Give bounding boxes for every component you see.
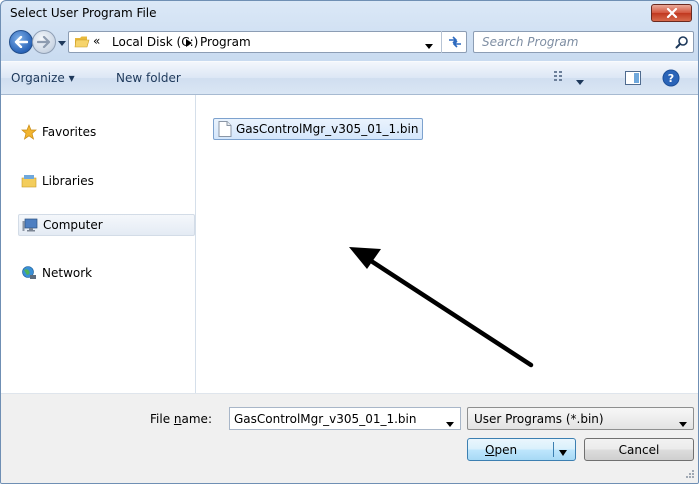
navigation-pane: Favorites Libraries Computer Network <box>1 95 196 393</box>
organize-menu-button[interactable]: Organize ▾ <box>11 71 75 85</box>
document-icon <box>218 121 232 137</box>
search-placeholder: Search Program <box>482 35 579 49</box>
change-view-icon[interactable] <box>553 70 569 87</box>
open-button[interactable]: Open <box>467 438 576 461</box>
help-icon[interactable]: ? <box>662 69 680 90</box>
refresh-icon <box>448 36 461 48</box>
nav-item-label: Network <box>42 266 93 280</box>
file-name-value: GasControlMgr_v305_01_1.bin <box>234 412 417 426</box>
view-options-dropdown-icon[interactable] <box>576 74 584 88</box>
search-icon[interactable] <box>675 35 689 52</box>
nav-item-network[interactable]: Network <box>21 262 92 284</box>
open-label: Open <box>485 443 518 457</box>
nav-item-label: Computer <box>43 218 103 232</box>
network-icon <box>21 265 37 281</box>
file-name: GasControlMgr_v305_01_1.bin <box>236 122 419 136</box>
browser-content: Favorites Libraries Computer Network Gas… <box>1 95 698 393</box>
command-toolbar: Organize ▾ New folder ? <box>1 61 698 95</box>
split-divider <box>553 442 554 457</box>
dialog-footer: File name: GasControlMgr_v305_01_1.bin U… <box>1 393 698 483</box>
search-input[interactable]: Search Program <box>473 31 694 53</box>
refresh-button[interactable] <box>441 31 467 53</box>
recent-locations-dropdown[interactable] <box>57 38 67 48</box>
overflow-chevron[interactable]: « <box>93 34 100 48</box>
nav-item-libraries[interactable]: Libraries <box>21 170 94 192</box>
address-bar[interactable]: « Local Disk (C:) Program <box>68 31 467 53</box>
nav-item-label: Favorites <box>42 125 97 139</box>
nav-item-computer[interactable]: Computer <box>18 214 195 236</box>
star-icon <box>21 124 37 140</box>
resize-grip-icon[interactable] <box>685 468 695 482</box>
file-name-field[interactable]: GasControlMgr_v305_01_1.bin <box>229 407 461 430</box>
back-arrow-icon <box>14 36 28 48</box>
title-bar: Select User Program File <box>1 1 698 23</box>
nav-item-label: Libraries <box>42 174 94 188</box>
dialog-title: Select User Program File <box>10 6 157 20</box>
cancel-button[interactable]: Cancel <box>584 438 694 461</box>
chevron-down-icon <box>679 416 687 430</box>
chevron-down-icon <box>58 40 66 46</box>
cancel-label: Cancel <box>618 442 660 457</box>
file-type-select[interactable]: User Programs (*.bin) <box>467 407 694 430</box>
file-item[interactable]: GasControlMgr_v305_01_1.bin <box>213 118 424 140</box>
file-type-value: User Programs (*.bin) <box>474 412 604 426</box>
chevron-down-icon[interactable] <box>446 416 454 430</box>
svg-text:?: ? <box>668 72 674 85</box>
forward-button[interactable] <box>32 30 56 54</box>
open-options-dropdown-icon[interactable] <box>558 446 568 460</box>
file-open-dialog: Select User Program File « Local Disk (C… <box>0 0 699 484</box>
nav-item-favorites[interactable]: Favorites <box>21 121 96 143</box>
back-button[interactable] <box>9 30 33 54</box>
new-folder-button[interactable]: New folder <box>116 71 181 85</box>
breadcrumb-program[interactable]: Program <box>200 35 251 49</box>
libraries-icon <box>21 173 37 189</box>
address-row: « Local Disk (C:) Program Search Program <box>1 26 698 60</box>
annotation-arrow <box>349 247 534 368</box>
computer-icon <box>22 217 38 233</box>
address-history-dropdown-icon[interactable] <box>425 38 433 52</box>
preview-pane-icon[interactable] <box>625 71 641 88</box>
forward-arrow-icon <box>37 36 51 48</box>
close-icon <box>666 8 677 18</box>
folder-icon <box>74 34 90 53</box>
file-name-label: File name: <box>150 412 212 426</box>
breadcrumb-separator-icon[interactable] <box>186 36 192 50</box>
close-button[interactable] <box>651 4 692 22</box>
